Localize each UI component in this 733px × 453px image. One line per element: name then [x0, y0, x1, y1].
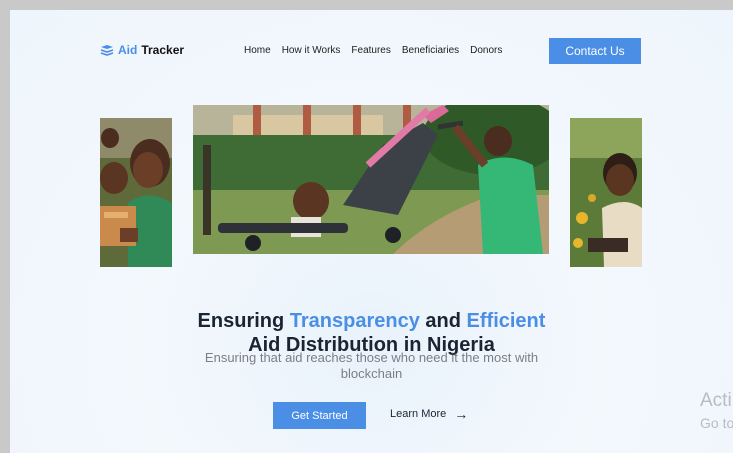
brand-name-tracker: Tracker [141, 43, 185, 57]
brand-name-aid: Aid [118, 43, 138, 57]
hero-image-left [100, 118, 172, 267]
brand-logo[interactable]: Aid Tracker [100, 43, 184, 57]
watermark-line-2: Go to [700, 415, 733, 431]
hero-subtitle: Ensuring that aid reaches those who need… [204, 350, 539, 381]
hero-image-right [570, 118, 642, 267]
page-frame: Aid Tracker Home How it Works Features B… [10, 10, 733, 453]
hero-image-main [193, 105, 549, 254]
headline-text-1: Ensuring [197, 310, 290, 333]
main-nav: Home How it Works Features Beneficiaries… [244, 45, 502, 56]
watermark-line-1: Acti [700, 390, 732, 411]
activation-watermark: Acti Go to [700, 390, 733, 434]
headline-highlight-efficient: Efficient [466, 310, 546, 333]
learn-more-link[interactable]: Learn More → [390, 406, 469, 422]
headline-text-2: and [419, 310, 467, 333]
headline-highlight-transparency: Transparency [289, 310, 420, 333]
stack-logo-icon [100, 45, 114, 56]
nav-item-beneficiaries[interactable]: Beneficiaries [402, 45, 459, 56]
arrow-right-icon: → [454, 406, 469, 422]
nav-item-features[interactable]: Features [351, 45, 390, 56]
nav-item-donors[interactable]: Donors [470, 45, 502, 56]
get-started-button[interactable]: Get Started [273, 402, 366, 429]
contact-us-button[interactable]: Contact Us [549, 38, 641, 64]
nav-item-home[interactable]: Home [244, 45, 271, 56]
nav-item-how-it-works[interactable]: How it Works [282, 45, 341, 56]
learn-more-label: Learn More [390, 408, 447, 420]
